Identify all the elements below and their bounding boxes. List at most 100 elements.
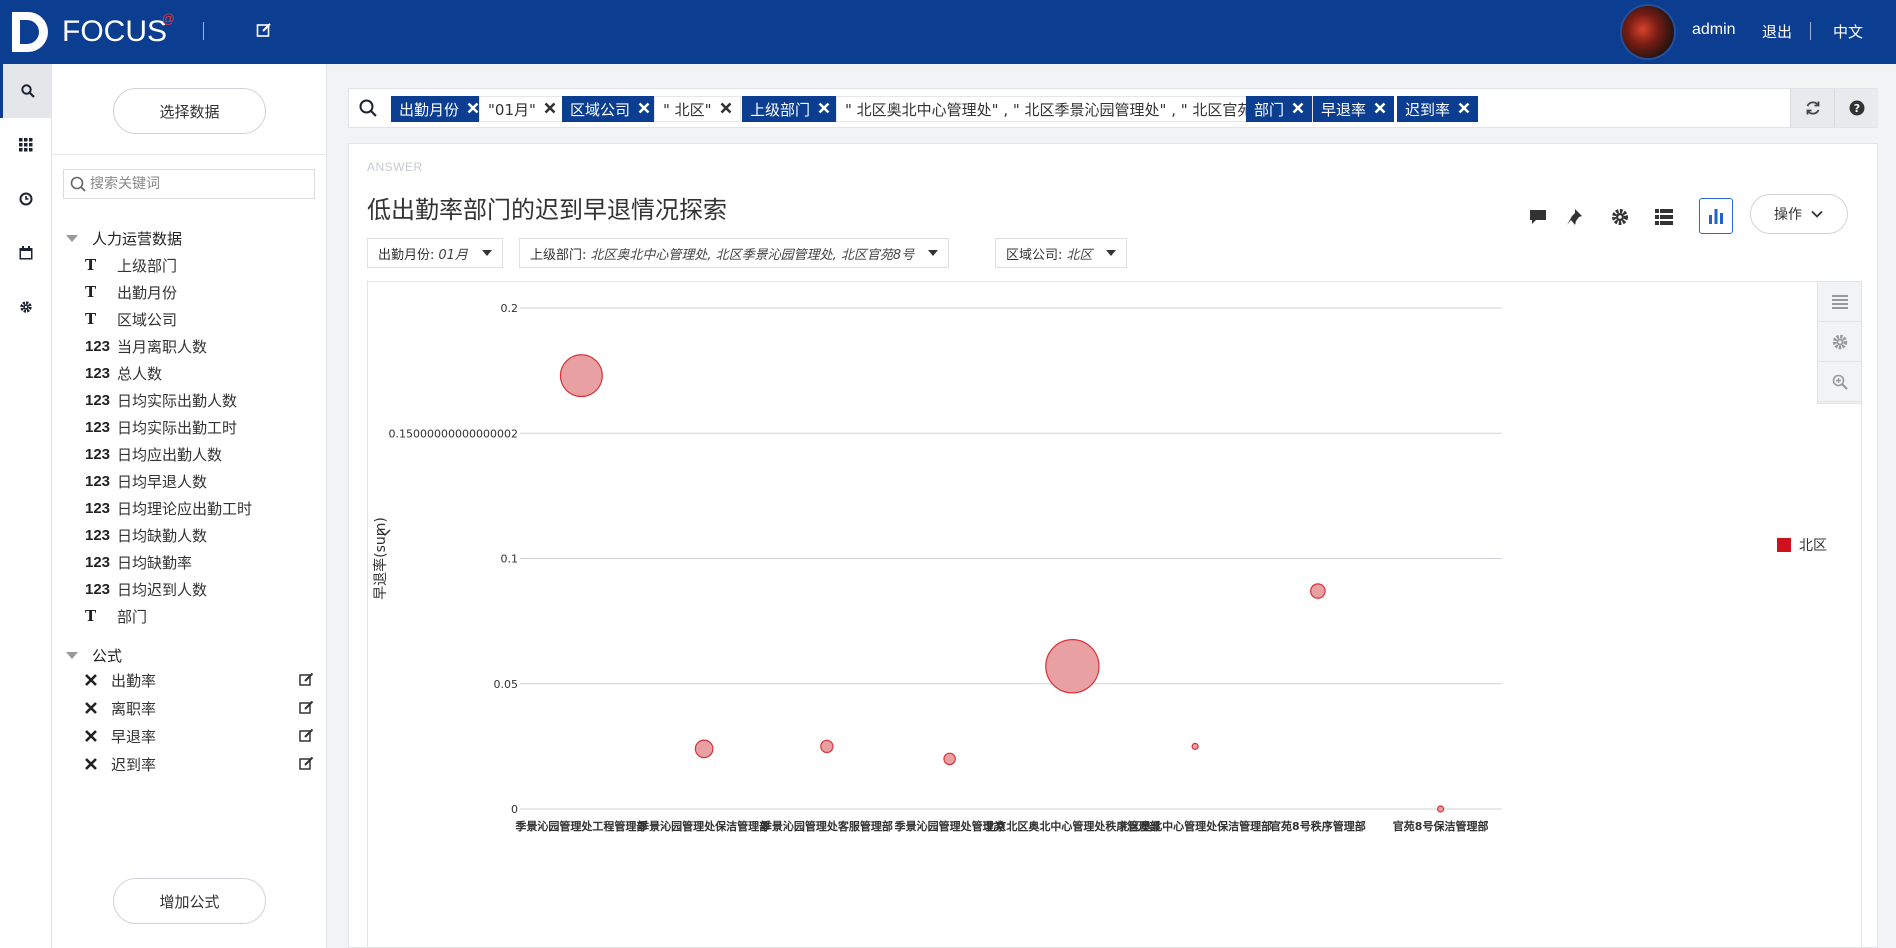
calendar-icon [19, 246, 33, 260]
field-item[interactable]: 123 日均迟到人数 [85, 577, 315, 601]
close-icon[interactable] [544, 100, 556, 118]
answer-card: ANSWER 低出勤率部门的迟到早退情况探索 操作 出勤月份: 01月 上级部门: 北… [348, 143, 1878, 948]
field-item[interactable]: 123 总人数 [85, 361, 315, 385]
formula-item[interactable]: 迟到率 [85, 752, 315, 776]
keyword-search-input[interactable] [90, 176, 310, 192]
formula-item[interactable]: 早退率 [85, 724, 315, 748]
data-bubble [1045, 639, 1100, 694]
rail-settings[interactable] [0, 280, 52, 334]
select-data-button[interactable]: 选择数据 [113, 88, 266, 134]
refresh-button[interactable] [1790, 89, 1834, 127]
edit-icon[interactable] [299, 700, 315, 716]
text-type-icon: T [85, 256, 97, 274]
chart-list-button[interactable] [1818, 282, 1862, 322]
comment-icon [1530, 210, 1546, 224]
pin-button[interactable] [1560, 202, 1590, 232]
token-label: 迟到率 [1405, 100, 1451, 119]
column-token[interactable]: 上级部门 [742, 96, 839, 122]
user-name[interactable]: admin [1692, 21, 1736, 39]
column-token[interactable]: 出勤月份 [391, 96, 488, 122]
field-item[interactable]: 123 日均早退人数 [85, 469, 315, 493]
filter-dropdown[interactable]: 上级部门: 北区奥北中心管理处, 北区季景沁园管理处, 北区官苑8号 [519, 238, 950, 268]
close-icon[interactable] [467, 100, 479, 118]
table-view-button[interactable] [1649, 202, 1679, 232]
value-token[interactable]: "01月" [479, 96, 565, 122]
field-item[interactable]: 123 日均实际出勤工时 [85, 415, 315, 439]
field-item[interactable]: 123 日均应出勤人数 [85, 442, 315, 466]
value-token[interactable]: " 北区奥北中心管理处" , " 北区季景沁园管理处" , " 北区官苑8号" [836, 96, 1313, 122]
pin-icon [1567, 209, 1582, 225]
field-item[interactable]: T 出勤月份 [85, 280, 315, 304]
language-switch[interactable]: 中文 [1833, 21, 1863, 42]
dataset-group-header[interactable]: 人力运营数据 [66, 228, 182, 249]
data-bubble [559, 354, 603, 398]
token-label: 上级部门 [750, 100, 811, 119]
column-token[interactable]: 迟到率 [1397, 96, 1479, 122]
data-bubble [1437, 805, 1445, 813]
text-type-icon: T [85, 310, 97, 328]
field-label: 日均实际出勤人数 [117, 391, 238, 410]
operations-button[interactable]: 操作 [1750, 194, 1848, 234]
column-token[interactable]: 部门 [1246, 96, 1313, 122]
rail-calendar[interactable] [0, 226, 52, 280]
edit-icon[interactable] [299, 756, 315, 772]
rail-history[interactable] [0, 172, 52, 226]
close-icon[interactable] [1374, 100, 1386, 118]
field-item[interactable]: 123 日均实际出勤人数 [85, 388, 315, 412]
chart-legend[interactable]: 北区 [1777, 535, 1827, 555]
token-label: 早退率 [1321, 100, 1367, 119]
value-token[interactable]: " 北区" [654, 96, 741, 122]
legend-label: 北区 [1799, 538, 1827, 554]
field-item[interactable]: 123 日均缺勤率 [85, 550, 315, 574]
filter-dropdown[interactable]: 区域公司: 北区 [995, 238, 1128, 268]
field-item[interactable]: T 区域公司 [85, 307, 315, 331]
caret-down-icon [1106, 250, 1117, 256]
keyword-search[interactable] [63, 169, 315, 199]
rail-search[interactable] [0, 64, 52, 118]
y-tick-label: 0.1 [501, 553, 519, 566]
field-label: 出勤月份 [117, 283, 178, 302]
column-token[interactable]: 早退率 [1313, 96, 1395, 122]
formula-item[interactable]: 出勤率 [85, 668, 315, 692]
close-icon[interactable] [1292, 100, 1304, 118]
search-bar[interactable]: 出勤月份 "01月" 区域公司 " 北区" 上级部门 " 北区奥北中心管理处" , " 北… [348, 88, 1878, 128]
field-label: 部门 [117, 607, 148, 626]
formula-icon [85, 699, 111, 718]
edit-icon[interactable] [299, 672, 315, 688]
data-bubble [1310, 583, 1326, 599]
edit-icon[interactable] [299, 728, 315, 744]
caret-down-icon [66, 235, 78, 242]
field-item[interactable]: 123 日均理论应出勤工时 [85, 496, 315, 520]
close-icon[interactable] [818, 100, 830, 118]
field-label: 日均缺勤人数 [117, 526, 208, 545]
chart-zoom-button[interactable] [1818, 362, 1862, 402]
help-button[interactable]: ? [1834, 89, 1878, 127]
close-icon[interactable] [638, 100, 650, 118]
field-item[interactable]: T 部门 [85, 604, 315, 628]
close-icon[interactable] [720, 100, 732, 118]
column-token[interactable]: 区域公司 [562, 96, 659, 122]
chart-settings-button[interactable] [1818, 322, 1862, 362]
formula-group-header[interactable]: 公式 [66, 645, 122, 666]
formula-label: 迟到率 [111, 755, 157, 774]
focus-logo[interactable]: FOCUS @ [10, 10, 175, 54]
filter-dropdown[interactable]: 出勤月份: 01月 [367, 238, 503, 268]
close-icon[interactable] [1458, 100, 1470, 118]
formula-item[interactable]: 离职率 [85, 696, 315, 720]
edit-icon[interactable] [256, 22, 274, 40]
field-item[interactable]: 123 日均缺勤人数 [85, 523, 315, 547]
chevron-down-icon [1811, 210, 1823, 218]
add-formula-button[interactable]: 增加公式 [113, 878, 266, 924]
logo-text: FOCUS @ [62, 11, 175, 48]
comment-button[interactable] [1523, 202, 1553, 232]
settings-button[interactable] [1605, 202, 1635, 232]
field-item[interactable]: 123 当月离职人数 [85, 334, 315, 358]
avatar[interactable] [1620, 4, 1676, 60]
formula-label: 早退率 [111, 727, 157, 746]
search-icon[interactable] [359, 99, 377, 121]
chart-view-button[interactable] [1699, 198, 1733, 234]
number-type-icon: 123 [85, 580, 111, 598]
rail-apps[interactable] [0, 118, 52, 172]
field-item[interactable]: T 上级部门 [85, 253, 315, 277]
logout-link[interactable]: 退出 [1762, 21, 1792, 42]
